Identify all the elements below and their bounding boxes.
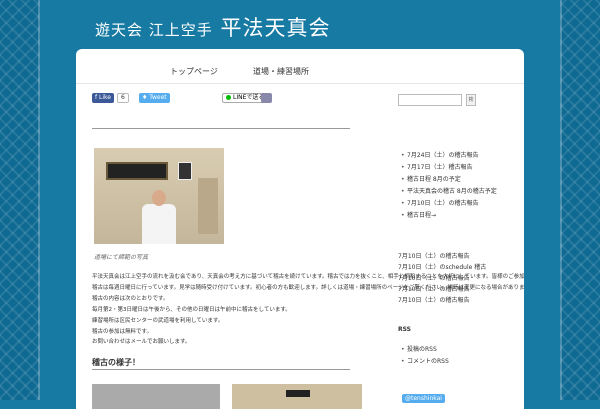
nav-item-top[interactable]: トップページ — [170, 66, 218, 77]
rss-link[interactable]: 投稿のRSS — [401, 346, 449, 358]
mail-icon[interactable] — [261, 93, 272, 103]
gallery-thumbnail[interactable] — [92, 384, 220, 409]
photo-caption: 道場にて師範の写真 — [94, 254, 149, 261]
post-text-line: 稽古の参加は無料です。 — [92, 329, 152, 335]
left-decorative-border — [0, 0, 40, 400]
search-input[interactable] — [398, 94, 462, 106]
door — [198, 178, 218, 234]
picture-frame — [178, 162, 192, 180]
section-heading: 稽古の様子！ — [92, 358, 140, 367]
site-title-large: 平法天真会 — [220, 16, 331, 40]
archive-link[interactable]: 7月10日（土）の稽古報告 — [398, 273, 524, 284]
twitter-follow-button[interactable]: @tenshinkai — [402, 394, 445, 403]
recent-posts-list: 7月24日（土）の稽古報告 7月17日（土）稽古報告 稽古日程 8月の予定 平法… — [401, 152, 497, 224]
post-text-line: 稽古の内容は次のとおりです。 — [92, 296, 169, 302]
post-photo[interactable] — [94, 148, 224, 244]
gallery-thumbnail[interactable] — [232, 384, 362, 409]
archive-link[interactable]: 7月10日（土）の稽古報告 — [398, 251, 524, 262]
main-nav: トップページ 道場・練習場所 — [76, 61, 524, 84]
post-text-line: 練習場所は区民センターの武道場を利用しています。 — [92, 318, 224, 324]
recent-post-link[interactable]: 平法天真会の稽古 8月の稽古予定 — [401, 188, 497, 200]
right-decorative-border — [560, 0, 600, 400]
archive-link[interactable]: 7月10日（土）の稽古報告 — [398, 284, 524, 295]
recent-post-link[interactable]: 7月17日（土）稽古報告 — [401, 164, 497, 176]
facebook-like-button[interactable]: f Like — [92, 93, 114, 103]
divider — [92, 128, 350, 129]
dojo-sign — [106, 162, 168, 180]
post-text-line: お問い合わせはメールでお願いします。 — [92, 339, 191, 345]
rss-list: 投稿のRSS コメントのRSS — [401, 346, 449, 370]
archive-link[interactable]: 7月10日（土）のschedule 稽古 — [398, 262, 524, 273]
tweet-button[interactable]: ♦ Tweet — [139, 93, 170, 103]
recent-post-link[interactable]: 7月10日（土）の稽古報告 — [401, 200, 497, 212]
rss-link[interactable]: コメントのRSS — [401, 358, 449, 370]
line-icon — [226, 95, 231, 100]
content-page: トップページ 道場・練習場所 f Like 6 ♦ Tweet LINEで送る … — [76, 49, 524, 409]
person — [142, 190, 176, 244]
site-title-small: 遊天会 江上空手 — [95, 21, 213, 39]
recent-post-link[interactable]: 稽古日程 8月の予定 — [401, 176, 497, 188]
search-button[interactable]: 検 — [466, 94, 476, 106]
archive-list: 7月10日（土）の稽古報告 7月10日（土）のschedule 稽古 7月10日… — [398, 251, 524, 306]
archive-link[interactable]: 7月10日（土）の稽古報告 — [398, 295, 524, 306]
post-text-line: 毎月第2・第3日曜日は午後から、その他の日曜日は午前中に稽古をしています。 — [92, 307, 291, 313]
divider — [92, 369, 350, 370]
rss-heading: RSS — [398, 326, 411, 333]
recent-post-link[interactable]: 稽古日程→ — [401, 212, 497, 224]
recent-post-link[interactable]: 7月24日（土）の稽古報告 — [401, 152, 497, 164]
facebook-like-count: 6 — [117, 93, 129, 103]
site-title[interactable]: 遊天会 江上空手 平法天真会 — [95, 12, 330, 42]
nav-item-dojo[interactable]: 道場・練習場所 — [253, 66, 309, 77]
